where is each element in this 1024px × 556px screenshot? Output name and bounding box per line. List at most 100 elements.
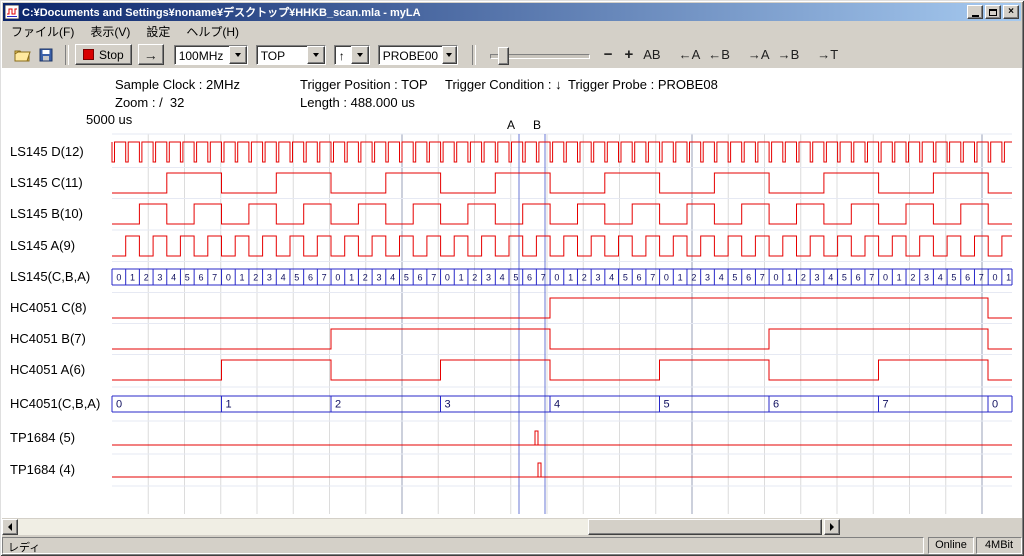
menu-view[interactable]: 表示(V) — [82, 21, 138, 42]
scroll-right-button[interactable] — [824, 519, 840, 535]
bus-value: 3 — [924, 273, 929, 283]
stop-icon — [83, 49, 94, 60]
bus-value: 5 — [185, 273, 190, 283]
bus-value: 0 — [883, 273, 888, 283]
combo-trigger-edge[interactable]: ↑ — [334, 45, 370, 65]
next-b-button[interactable]: →B — [774, 46, 804, 63]
app-window: C:¥Documents and Settings¥noname¥デスクトップ¥… — [0, 0, 1024, 556]
channel-label: HC4051 B(7) — [10, 331, 86, 347]
stop-button[interactable]: Stop — [75, 44, 132, 65]
open-folder-icon — [14, 48, 31, 62]
bus-value: 7 — [650, 273, 655, 283]
bus-value: 5 — [404, 273, 409, 283]
close-button[interactable]: × — [1003, 5, 1019, 19]
marker-label: B — [533, 118, 541, 132]
bus-value: 1 — [240, 273, 245, 283]
run-button[interactable]: → — [138, 44, 164, 65]
channel-label: HC4051 A(6) — [10, 362, 85, 378]
toolbar-separator — [65, 45, 69, 65]
bus-value: 6 — [856, 273, 861, 283]
bus-value: 7 — [979, 273, 984, 283]
minimize-button[interactable] — [967, 5, 983, 19]
channel-label: TP1684 (5) — [10, 430, 75, 446]
combo-sample-rate-arrow[interactable] — [229, 46, 247, 64]
bus-value: 1 — [897, 273, 902, 283]
maximize-icon — [989, 9, 997, 16]
waveform-trace — [112, 236, 1012, 256]
bus-value: 3 — [486, 273, 491, 283]
bus-value: 6 — [308, 273, 313, 283]
zoom-slider-thumb[interactable] — [498, 47, 509, 65]
titlebar[interactable]: C:¥Documents and Settings¥noname¥デスクトップ¥… — [3, 3, 1021, 21]
bus-value: 0 — [664, 273, 669, 283]
channel-label: TP1684 (4) — [10, 462, 75, 478]
bus-value: 6 — [637, 273, 642, 283]
menu-help[interactable]: ヘルプ(H) — [178, 21, 247, 42]
waveform-trace — [112, 173, 1012, 193]
bus-value: 2 — [582, 273, 587, 283]
open-button[interactable] — [11, 45, 33, 65]
bus-value: 4 — [719, 273, 724, 283]
bus-value: 4 — [171, 273, 176, 283]
bus-value: 5 — [951, 273, 956, 283]
bus-value: 6 — [773, 399, 779, 411]
combo-sample-rate-value: 100MHz — [175, 46, 229, 64]
waveform-trace — [112, 204, 1012, 224]
waveform-trace — [112, 463, 1012, 477]
combo-trigger-probe-value: PROBE00 — [379, 46, 442, 64]
bus-value: 4 — [609, 273, 614, 283]
combo-trigger-probe-arrow[interactable] — [442, 46, 457, 64]
next-a-button[interactable]: →A — [744, 46, 774, 63]
bus-value: 0 — [554, 273, 559, 283]
zoom-slider[interactable] — [490, 45, 590, 65]
arrow-right-icon — [830, 523, 834, 531]
bus-value: 7 — [883, 399, 889, 411]
title-buttons: × — [965, 5, 1019, 19]
waveform-trace — [112, 298, 1012, 318]
bus-value: 1 — [1006, 273, 1011, 283]
goto-b-button[interactable]: ←B — [704, 46, 734, 63]
bus-value: 6 — [198, 273, 203, 283]
bus-value: 5 — [664, 399, 670, 411]
goto-trigger-button[interactable]: →T — [813, 46, 842, 63]
channel-label: LS145 C(11) — [10, 175, 83, 191]
bus-value: 5 — [732, 273, 737, 283]
scroll-left-button[interactable] — [2, 519, 18, 535]
bus-value: 6 — [527, 273, 532, 283]
bus-value: 1 — [130, 273, 135, 283]
bus-value: 7 — [322, 273, 327, 283]
waveform-trace — [112, 142, 1012, 162]
bus-value: 5 — [294, 273, 299, 283]
bus-value: 4 — [828, 273, 833, 283]
bus-value: 2 — [363, 273, 368, 283]
combo-trigger-position-arrow[interactable] — [307, 46, 325, 64]
bus-value: 0 — [116, 273, 121, 283]
bus-value: 2 — [910, 273, 915, 283]
scrollbar-thumb[interactable] — [588, 519, 822, 535]
combo-sample-rate[interactable]: 100MHz — [174, 45, 248, 65]
maximize-button[interactable] — [985, 5, 1001, 19]
waveform-trace — [112, 360, 1012, 380]
menu-file[interactable]: ファイル(F) — [3, 21, 82, 42]
save-button[interactable] — [35, 45, 57, 65]
bus-value: 6 — [418, 273, 423, 283]
bus-value: 2 — [691, 273, 696, 283]
combo-trigger-probe[interactable]: PROBE00 — [378, 45, 458, 65]
combo-trigger-position[interactable]: TOP — [256, 45, 326, 65]
combo-trigger-edge-arrow[interactable] — [351, 46, 369, 64]
bus-value: 4 — [281, 273, 286, 283]
zoom-in-button[interactable]: + — [618, 46, 639, 63]
horizontal-scrollbar[interactable] — [2, 519, 840, 535]
waveform-trace — [112, 329, 1012, 349]
goto-a-button[interactable]: ←A — [675, 46, 705, 63]
run-arrow-icon: → — [144, 47, 158, 63]
menu-settings[interactable]: 設定 — [138, 21, 178, 42]
ab-button[interactable]: AB — [639, 46, 664, 63]
channel-label: LS145(C,B,A) — [10, 269, 90, 285]
zoom-out-button[interactable]: − — [598, 46, 619, 63]
bus-value: 1 — [459, 273, 464, 283]
waveform-area[interactable]: Sample Clock : 2MHz Trigger Position : T… — [2, 68, 1022, 518]
waveform-plot: AB01234567012345670123456701234567012345… — [2, 68, 1022, 518]
chevron-down-icon — [446, 53, 452, 57]
bus-value: 0 — [992, 399, 998, 411]
